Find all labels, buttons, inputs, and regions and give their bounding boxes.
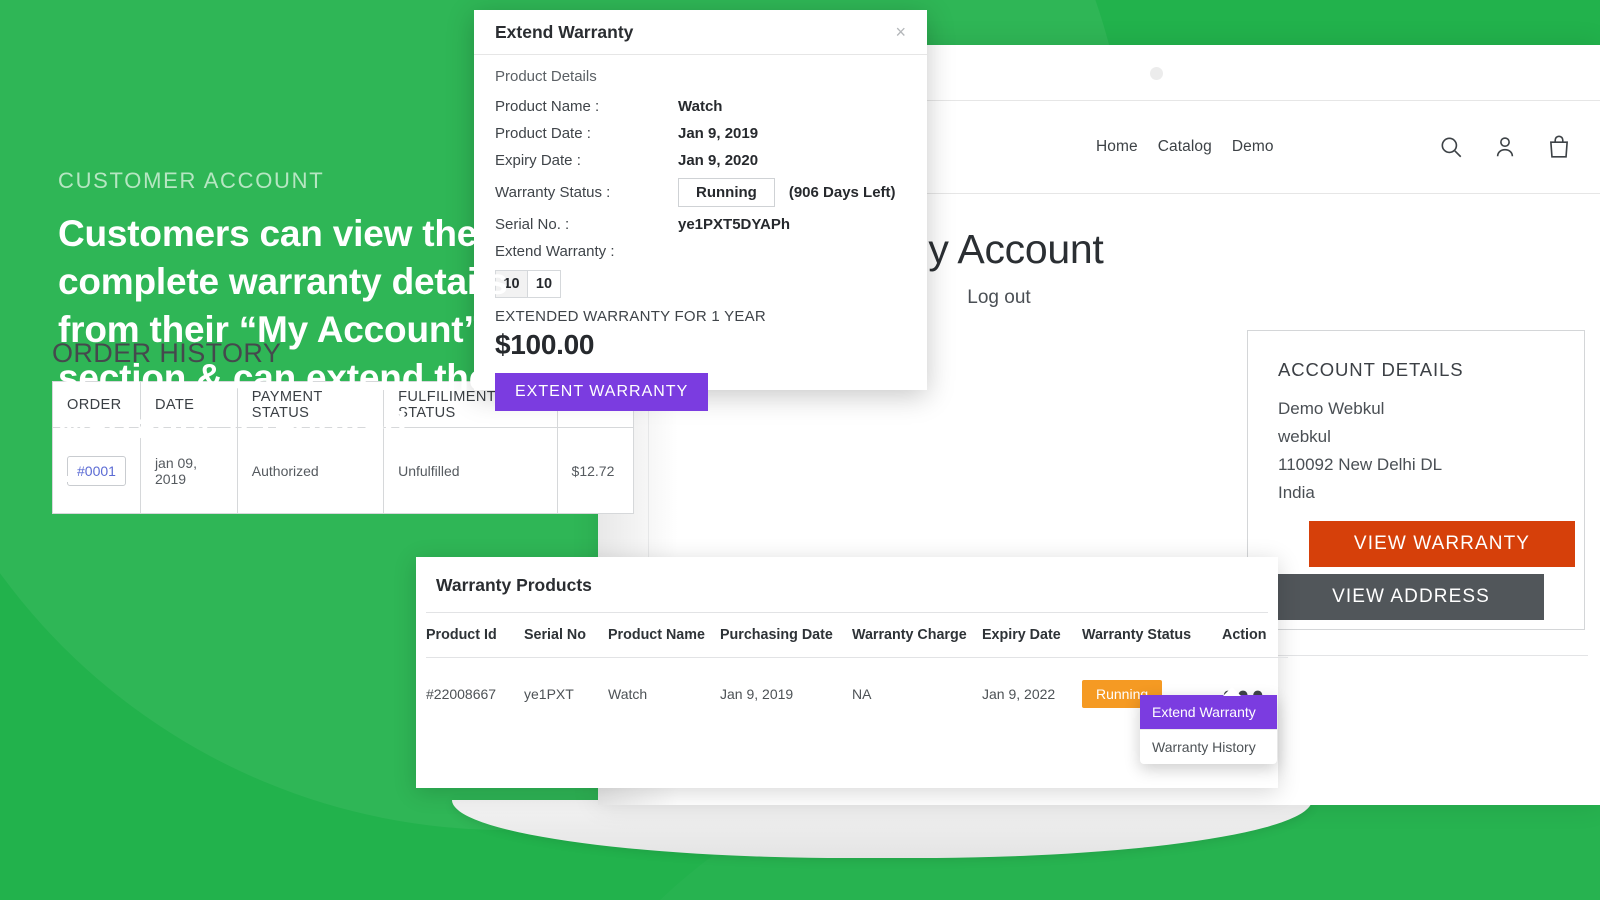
account-icon[interactable] (1492, 134, 1518, 160)
stepper-option-2[interactable]: 10 (528, 270, 561, 298)
nav-item-demo[interactable]: Demo (1232, 138, 1274, 156)
column-serial-no: Serial No (524, 613, 608, 658)
field-value: ye1PXT5DYAPh (678, 215, 791, 233)
field-label: Expiry Date : (495, 151, 581, 169)
account-address: 110092 New Delhi DL (1278, 455, 1443, 474)
close-icon[interactable]: × (895, 23, 906, 41)
extended-warranty-note: EXTENDED WARRANTY FOR 1 YEAR (495, 308, 766, 325)
modal-body: Product Details Product Name : Watch Pro… (474, 55, 927, 411)
warranty-years-stepper[interactable]: 10 10 (495, 270, 906, 298)
warranty-products-title: Warranty Products (436, 575, 592, 595)
warranty-products-header-row: Product Id Serial No Product Name Purcha… (426, 613, 1288, 658)
total-cell: $12.72 (556, 427, 635, 514)
store-logo-icon (1150, 67, 1163, 80)
field-product-date: Product Date : Jan 9, 2019 (495, 120, 906, 146)
account-company: webkul (1278, 427, 1331, 446)
field-value: Jan 9, 2019 (678, 124, 759, 142)
column-action: Action (1222, 613, 1288, 658)
promo-underline (58, 476, 110, 482)
nav-links: Home Catalog Demo (1096, 138, 1274, 156)
nav-icons (1438, 134, 1572, 160)
action-dropdown-menu: Extend Warranty Warranty History (1140, 687, 1277, 764)
days-left-text: (906 Days Left) (788, 183, 896, 201)
search-icon[interactable] (1438, 134, 1464, 160)
field-expiry-date: Expiry Date : Jan 9, 2020 (495, 147, 906, 173)
cart-icon[interactable] (1546, 134, 1572, 160)
field-label: Product Name : (495, 97, 600, 115)
field-product-name: Product Name : Watch (495, 93, 906, 119)
field-label: Product Date : (495, 124, 591, 142)
screenshot-root: Home Catalog Demo My Account Log out ORD… (0, 0, 1600, 900)
field-warranty-status: Warranty Status : Running (906 Days Left… (495, 174, 906, 210)
column-warranty-status: Warranty Status (1082, 613, 1222, 658)
warranty-status-value: Running (678, 177, 775, 207)
expiry-date-cell: Jan 9, 2022 (982, 686, 1056, 702)
account-country: India (1278, 483, 1315, 502)
field-value: Jan 9, 2020 (678, 151, 759, 169)
view-warranty-button[interactable]: VIEW WARRANTY (1309, 521, 1575, 567)
field-extend-warranty: Extend Warranty : (495, 238, 906, 264)
account-details-title: ACCOUNT DETAILS (1278, 359, 1464, 380)
modal-title: Extend Warranty (495, 21, 634, 42)
warranty-charge-cell: NA (852, 686, 872, 702)
column-product-id: Product Id (426, 613, 524, 658)
column-expiry-date: Expiry Date (982, 613, 1082, 658)
product-id-cell: #22008667 (426, 686, 497, 702)
field-serial-no: Serial No. : ye1PXT5DYAPh (495, 211, 906, 237)
modal-header: Extend Warranty × (474, 10, 927, 55)
view-address-button[interactable]: VIEW ADDRESS (1278, 574, 1544, 620)
product-details-label: Product Details (495, 68, 597, 85)
field-value: Watch (678, 97, 723, 115)
promo-kicker: CUSTOMER ACCOUNT (58, 168, 325, 193)
product-name-cell: Watch (608, 686, 648, 702)
promo-headline: Customers can view the complete warranty… (58, 213, 508, 446)
menu-item-warranty-history[interactable]: Warranty History (1140, 730, 1277, 764)
column-product-name: Product Name (608, 613, 720, 658)
nav-item-catalog[interactable]: Catalog (1158, 138, 1212, 156)
account-name: Demo Webkul (1278, 399, 1385, 418)
column-warranty-charge: Warranty Charge (852, 613, 982, 658)
purchasing-date-cell: Jan 9, 2019 (720, 686, 794, 702)
nav-item-home[interactable]: Home (1096, 138, 1138, 156)
promo-block: CUSTOMER ACCOUNT Customers can view the … (58, 168, 528, 482)
menu-item-extend-warranty[interactable]: Extend Warranty (1140, 695, 1277, 729)
extend-warranty-modal: Extend Warranty × Product Details Produc… (474, 10, 927, 411)
column-purchasing-date: Purchasing Date (720, 613, 852, 658)
serial-no-cell: ye1PXT (524, 686, 574, 702)
extended-warranty-price: $100.00 (495, 329, 595, 360)
